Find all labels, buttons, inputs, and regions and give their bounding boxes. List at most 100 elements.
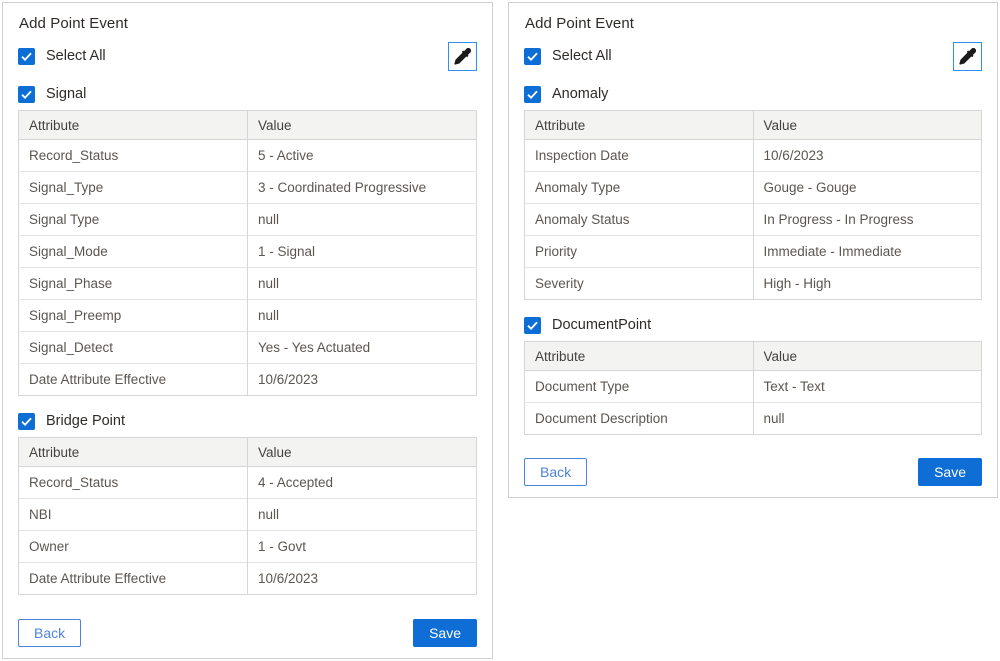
value-cell: 10/6/2023 bbox=[248, 364, 477, 396]
attribute-cell: Date Attribute Effective bbox=[19, 364, 248, 396]
attribute-table: AttributeValueInspection Date10/6/2023An… bbox=[524, 110, 982, 300]
select-all-checkbox[interactable] bbox=[18, 48, 35, 65]
column-header: Attribute bbox=[525, 342, 754, 371]
column-header: Value bbox=[248, 111, 477, 140]
attribute-group: Signal AttributeValueRecord_Status5 - Act… bbox=[18, 84, 477, 396]
value-cell: null bbox=[248, 204, 477, 236]
group-checkbox-row[interactable]: Anomaly bbox=[524, 84, 982, 104]
attribute-cell: Signal_Detect bbox=[19, 332, 248, 364]
attribute-table: AttributeValueRecord_Status5 - ActiveSig… bbox=[18, 110, 477, 396]
select-all-checkbox-row[interactable]: Select All bbox=[524, 46, 612, 66]
table-row: SeverityHigh - High bbox=[525, 268, 982, 300]
table-row: Owner1 - Govt bbox=[19, 531, 477, 563]
table-row: Signal_DetectYes - Yes Actuated bbox=[19, 332, 477, 364]
value-cell: 10/6/2023 bbox=[753, 140, 982, 172]
table-row: Record_Status5 - Active bbox=[19, 140, 477, 172]
value-cell: 5 - Active bbox=[248, 140, 477, 172]
value-cell: Yes - Yes Actuated bbox=[248, 332, 477, 364]
table-row: Signal Typenull bbox=[19, 204, 477, 236]
column-header: Attribute bbox=[19, 111, 248, 140]
select-all-checkbox-row[interactable]: Select All bbox=[18, 46, 106, 66]
table-row: Record_Status4 - Accepted bbox=[19, 467, 477, 499]
group-checkbox[interactable] bbox=[524, 317, 541, 334]
attribute-table: AttributeValueRecord_Status4 - AcceptedN… bbox=[18, 437, 477, 595]
table-row: Anomaly TypeGouge - Gouge bbox=[525, 172, 982, 204]
table-row: Signal_Preempnull bbox=[19, 300, 477, 332]
table-row: Signal_Phasenull bbox=[19, 268, 477, 300]
column-header: Attribute bbox=[19, 438, 248, 467]
attribute-cell: Document Description bbox=[525, 403, 754, 435]
group-checkbox[interactable] bbox=[524, 86, 541, 103]
attribute-cell: Inspection Date bbox=[525, 140, 754, 172]
save-button[interactable]: Save bbox=[918, 458, 982, 486]
attribute-cell: Owner bbox=[19, 531, 248, 563]
value-cell: null bbox=[248, 300, 477, 332]
value-cell: null bbox=[248, 499, 477, 531]
group-checkbox-row[interactable]: DocumentPoint bbox=[524, 315, 982, 335]
group-checkbox[interactable] bbox=[18, 413, 35, 430]
value-cell: High - High bbox=[753, 268, 982, 300]
table-row: Signal_Type3 - Coordinated Progressive bbox=[19, 172, 477, 204]
value-cell: 1 - Govt bbox=[248, 531, 477, 563]
select-all-label: Select All bbox=[552, 48, 612, 64]
attribute-cell: Document Type bbox=[525, 371, 754, 403]
attribute-cell: NBI bbox=[19, 499, 248, 531]
table-row: Inspection Date10/6/2023 bbox=[525, 140, 982, 172]
attribute-groups: AnomalyAttributeValueInspection Date10/6… bbox=[524, 84, 982, 435]
column-header: Attribute bbox=[525, 111, 754, 140]
attribute-cell: Date Attribute Effective bbox=[19, 563, 248, 595]
attribute-group: Bridge Point AttributeValueRecord_Status4… bbox=[18, 411, 477, 595]
group-label: Bridge Point bbox=[46, 413, 125, 429]
page-title: Add Point Event bbox=[525, 15, 982, 32]
value-cell: Text - Text bbox=[753, 371, 982, 403]
attribute-group: DocumentPoint AttributeValueDocument Type… bbox=[524, 315, 982, 435]
eyedropper-button[interactable] bbox=[953, 42, 982, 71]
value-cell: null bbox=[248, 268, 477, 300]
value-cell: Gouge - Gouge bbox=[753, 172, 982, 204]
topbar: Select All bbox=[18, 42, 477, 70]
value-cell: 4 - Accepted bbox=[248, 467, 477, 499]
eyedropper-icon bbox=[454, 48, 471, 65]
attribute-cell: Anomaly Type bbox=[525, 172, 754, 204]
table-row: NBInull bbox=[19, 499, 477, 531]
group-checkbox-row[interactable]: Signal bbox=[18, 84, 477, 104]
group-checkbox[interactable] bbox=[18, 86, 35, 103]
table-row: Anomaly StatusIn Progress - In Progress bbox=[525, 204, 982, 236]
add-point-event-panel: Add Point Event Select All Signal Attribu… bbox=[2, 2, 493, 659]
page-title: Add Point Event bbox=[19, 15, 477, 32]
group-label: DocumentPoint bbox=[552, 317, 651, 333]
table-row: Date Attribute Effective10/6/2023 bbox=[19, 364, 477, 396]
attribute-cell: Signal_Mode bbox=[19, 236, 248, 268]
column-header: Value bbox=[753, 342, 982, 371]
table-row: Signal_Mode1 - Signal bbox=[19, 236, 477, 268]
save-button[interactable]: Save bbox=[413, 619, 477, 647]
select-all-label: Select All bbox=[46, 48, 106, 64]
value-cell: null bbox=[753, 403, 982, 435]
value-cell: In Progress - In Progress bbox=[753, 204, 982, 236]
select-all-checkbox[interactable] bbox=[524, 48, 541, 65]
attribute-group: Anomaly AttributeValueInspection Date10/6… bbox=[524, 84, 982, 300]
footer: Back Save bbox=[524, 458, 982, 486]
attribute-cell: Anomaly Status bbox=[525, 204, 754, 236]
attribute-cell: Signal_Phase bbox=[19, 268, 248, 300]
attribute-cell: Severity bbox=[525, 268, 754, 300]
attribute-cell: Signal_Type bbox=[19, 172, 248, 204]
eyedropper-button[interactable] bbox=[448, 42, 477, 71]
attribute-table: AttributeValueDocument TypeText - TextDo… bbox=[524, 341, 982, 435]
value-cell: 1 - Signal bbox=[248, 236, 477, 268]
table-row: Date Attribute Effective10/6/2023 bbox=[19, 563, 477, 595]
attribute-groups: SignalAttributeValueRecord_Status5 - Act… bbox=[18, 84, 477, 595]
attribute-cell: Signal_Preemp bbox=[19, 300, 248, 332]
attribute-cell: Priority bbox=[525, 236, 754, 268]
group-checkbox-row[interactable]: Bridge Point bbox=[18, 411, 477, 431]
column-header: Value bbox=[248, 438, 477, 467]
group-label: Anomaly bbox=[552, 86, 608, 102]
add-point-event-panel: Add Point Event Select All Anomaly Attrib… bbox=[508, 2, 998, 498]
attribute-cell: Record_Status bbox=[19, 467, 248, 499]
eyedropper-icon bbox=[959, 48, 976, 65]
topbar: Select All bbox=[524, 42, 982, 70]
back-button[interactable]: Back bbox=[524, 458, 587, 486]
value-cell: Immediate - Immediate bbox=[753, 236, 982, 268]
attribute-cell: Signal Type bbox=[19, 204, 248, 236]
back-button[interactable]: Back bbox=[18, 619, 81, 647]
